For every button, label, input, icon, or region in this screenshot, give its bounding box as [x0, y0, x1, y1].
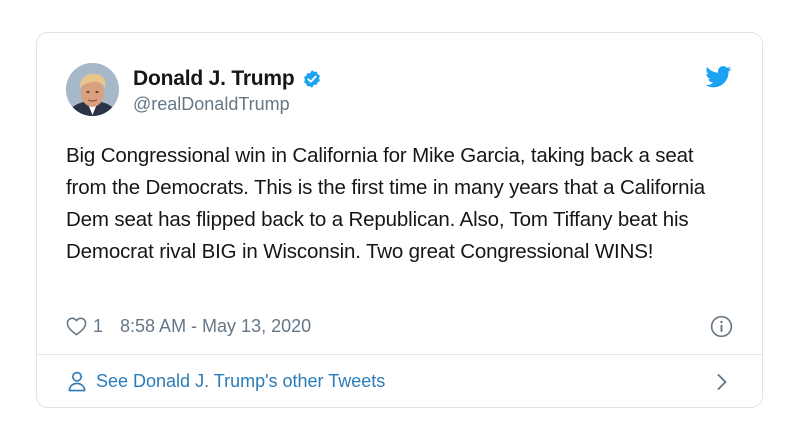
like-count: 1 [93, 315, 104, 336]
chevron-right-icon[interactable] [716, 373, 728, 391]
other-tweets-link[interactable]: See Donald J. Trump's other Tweets [67, 355, 732, 408]
author-row: Donald J. Trump [133, 66, 322, 92]
other-tweets-label[interactable]: See Donald J. Trump's other Tweets [96, 371, 385, 392]
info-icon[interactable] [710, 315, 733, 338]
avatar[interactable] [66, 63, 119, 116]
tweet-text: Big Congressional win in California for … [66, 144, 706, 263]
tweet-embed-card: Donald J. Trump @realDonaldTrump Big Con… [36, 32, 763, 408]
avatar-image [66, 63, 119, 116]
person-icon [67, 371, 87, 392]
twitter-bird-icon[interactable] [705, 66, 732, 88]
tweet-meta: 1 8:58 AM - May 13, 2020 [66, 314, 311, 338]
verified-badge-icon [302, 69, 322, 89]
author-handle[interactable]: @realDonaldTrump [133, 94, 290, 115]
author-name[interactable]: Donald J. Trump [133, 67, 295, 91]
timestamp[interactable]: 8:58 AM - May 13, 2020 [120, 316, 311, 337]
heart-icon[interactable] [66, 317, 87, 336]
